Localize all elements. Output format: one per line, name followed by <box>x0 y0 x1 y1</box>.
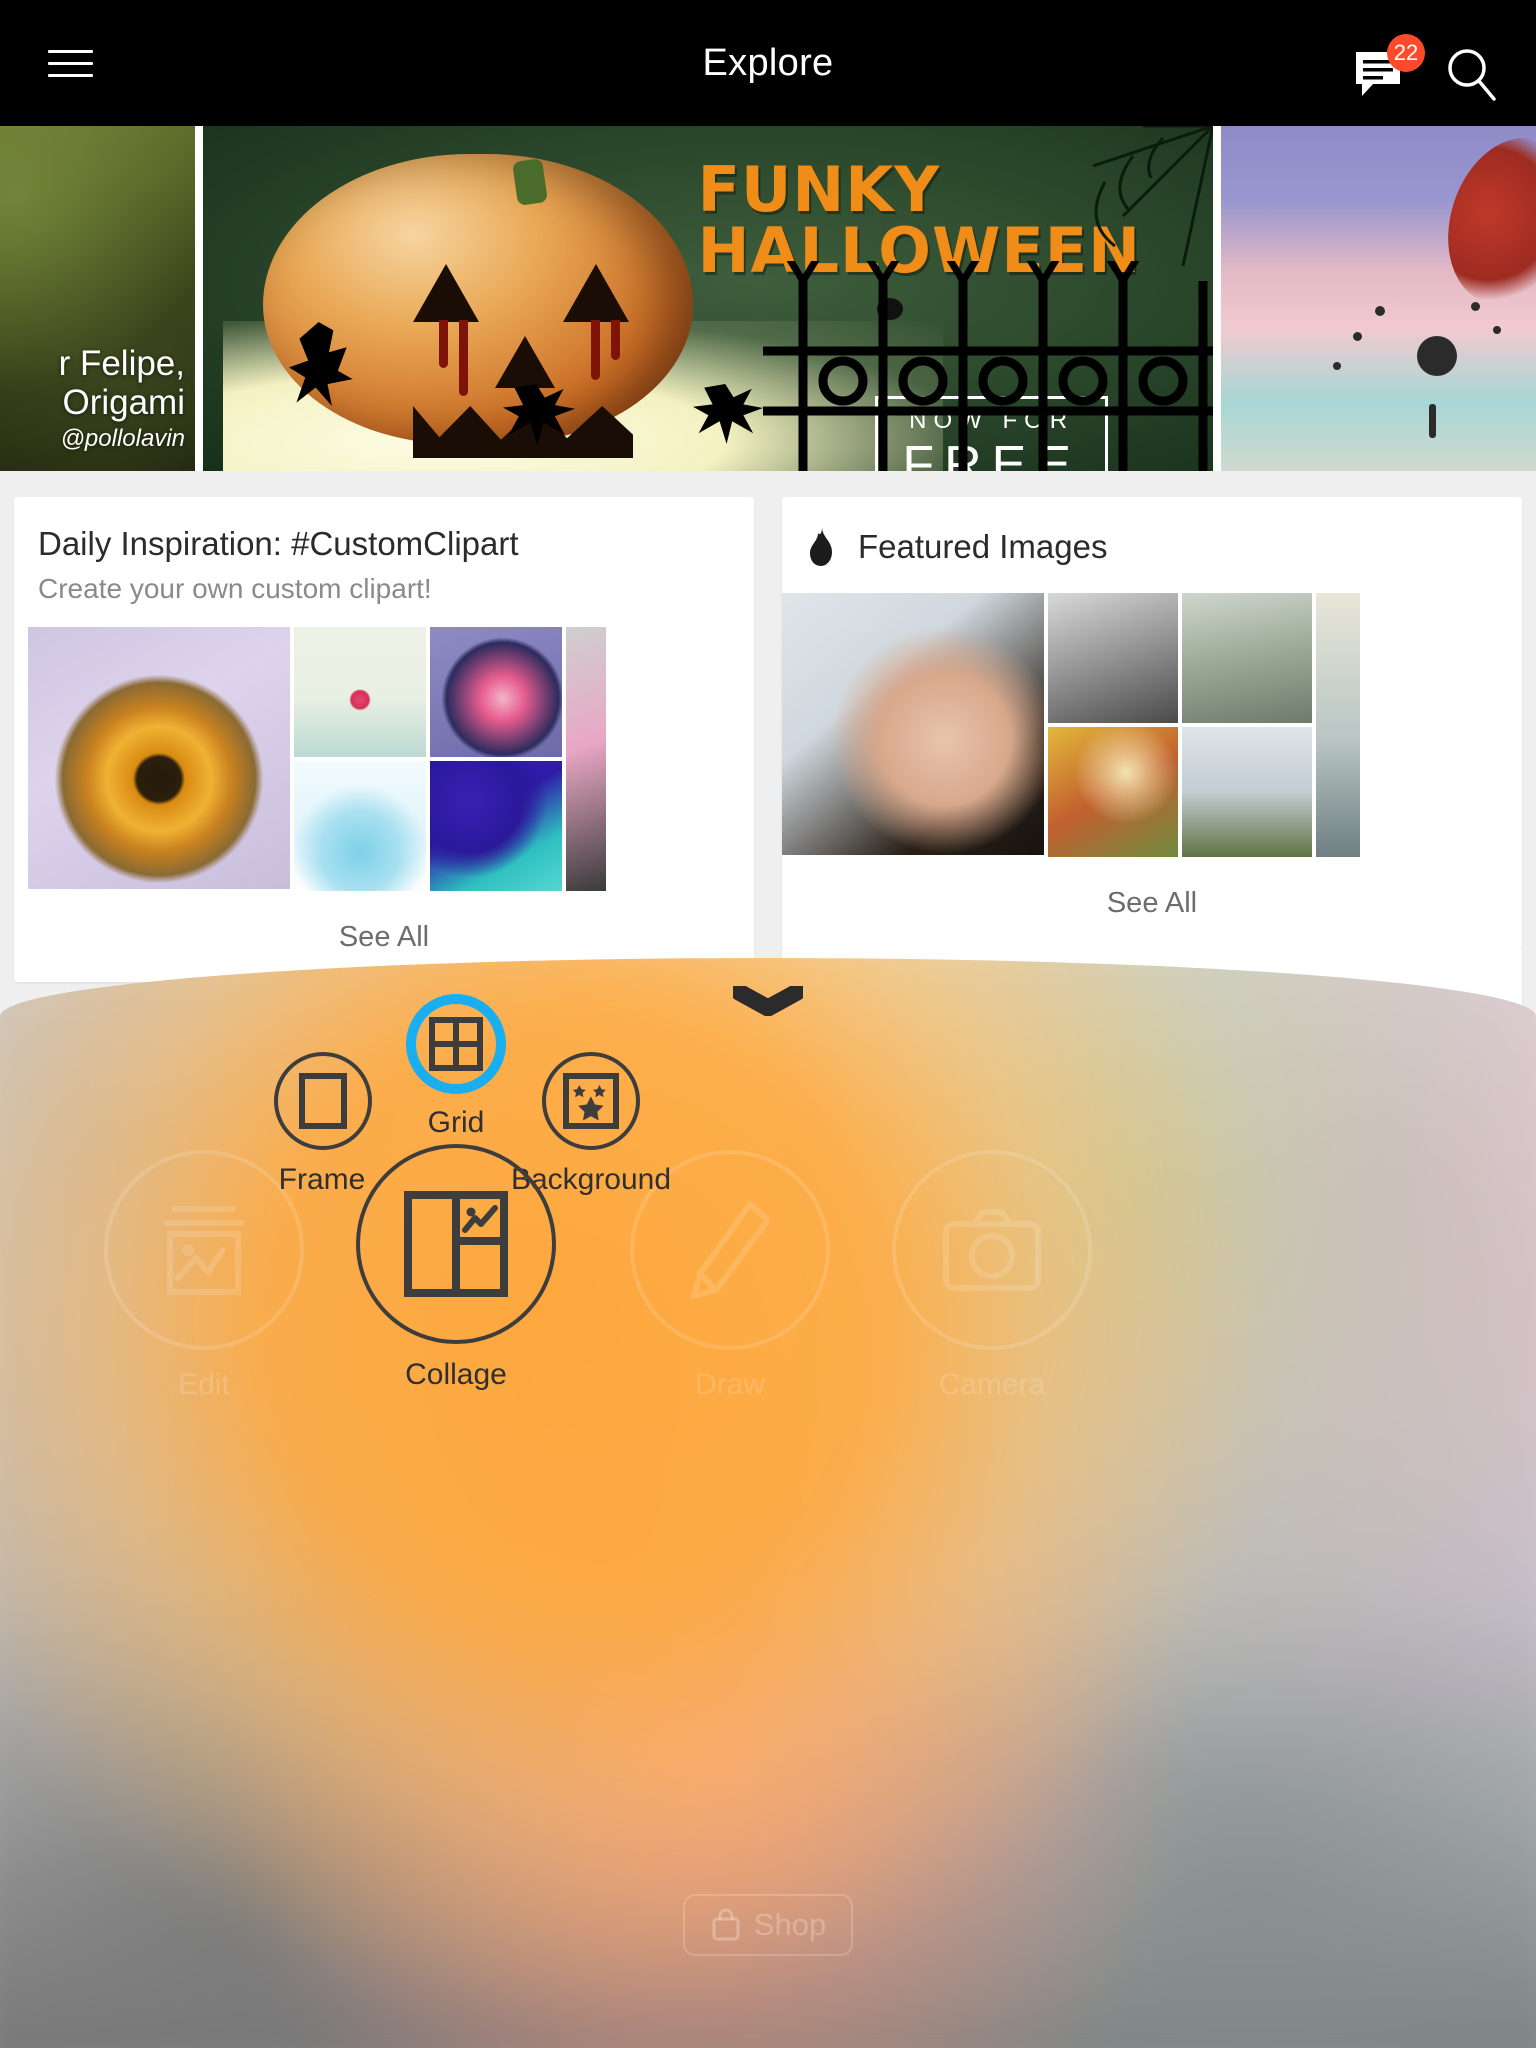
background-button[interactable] <box>542 1052 640 1150</box>
origami-banner-text: r Felipe, Origami @pollolavin <box>0 344 185 453</box>
dandelion-banner[interactable] <box>1221 126 1536 471</box>
thumb-stack-b <box>430 627 562 891</box>
thumb-pink-flower[interactable] <box>566 627 606 891</box>
shopping-bag-icon <box>710 1908 742 1942</box>
thumb-foggy-barn[interactable] <box>1182 593 1312 723</box>
origami-line1: r Felipe, <box>58 343 185 383</box>
chevron-down-handle[interactable] <box>733 986 803 1016</box>
grid-icon <box>428 1016 484 1072</box>
daily-inspiration-thumbs[interactable] <box>14 627 754 891</box>
halloween-banner[interactable]: FUNKY HALLOWEEN NOW FOR FREE <box>203 126 1213 471</box>
origami-line2: Origami <box>62 382 185 422</box>
overlay-blur-backdrop <box>0 958 1536 2048</box>
featured-images-thumbs[interactable] <box>782 593 1522 857</box>
shop-label: Shop <box>753 1907 827 1942</box>
camera-button[interactable] <box>892 1150 1092 1350</box>
page-title: Explore <box>702 41 834 84</box>
chat-badge: 22 <box>1387 34 1425 72</box>
spider-web-graphic <box>1092 126 1213 267</box>
chat-icon[interactable]: 22 <box>1353 34 1425 102</box>
shop-button[interactable]: Shop <box>683 1894 853 1956</box>
featured-right-grid <box>1048 593 1312 857</box>
create-menu-overlay: Edit Draw Camera Frame Grid Background C… <box>0 958 1536 2048</box>
thumb-stack-a <box>294 627 426 891</box>
daily-inspiration-card[interactable]: Daily Inspiration: #CustomClipart Create… <box>14 497 754 982</box>
thumb-bear-on-diamond[interactable] <box>294 761 426 891</box>
top-bar: Explore 22 <box>0 0 1536 126</box>
app-root: Explore 22 r Felipe, Origami @pollolavin… <box>0 0 1536 2048</box>
collage-label: Collage <box>405 1358 507 1391</box>
thumb-pop-art-face[interactable] <box>430 627 562 757</box>
draw-label: Draw <box>694 1368 765 1401</box>
origami-banner[interactable]: r Felipe, Origami @pollolavin <box>0 126 195 471</box>
background-stars-icon <box>562 1072 620 1130</box>
origami-handle: @pollolavin <box>60 425 185 453</box>
collage-icon <box>403 1190 509 1298</box>
flame-icon <box>806 527 836 567</box>
thumb-blue-birds[interactable] <box>430 761 562 891</box>
camera-label: Camera <box>938 1368 1046 1401</box>
collage-button[interactable] <box>356 1144 556 1344</box>
search-icon[interactable] <box>1442 45 1500 103</box>
edit-photo-icon <box>158 1200 250 1300</box>
featured-images-header: Featured Images <box>782 497 1522 593</box>
right-column: Featured Images See All <box>782 497 1522 1017</box>
featured-images-title: Featured Images <box>858 528 1108 565</box>
thumb-flying-books[interactable] <box>1182 727 1312 857</box>
featured-images-card[interactable]: Featured Images See All <box>782 497 1522 948</box>
pencil-icon <box>682 1198 778 1302</box>
thumb-tulip-book[interactable] <box>294 627 426 757</box>
daily-inspiration-subtitle: Create your own custom clipart! <box>38 573 432 604</box>
grid-button[interactable] <box>406 994 506 1094</box>
banner-carousel[interactable]: r Felipe, Origami @pollolavin FUNKY HALL… <box>0 126 1536 471</box>
thumb-girl-brick-wall[interactable] <box>1048 727 1178 857</box>
daily-inspiration-header: Daily Inspiration: #CustomClipart Create… <box>14 497 754 627</box>
thumb-motorbike-sheep[interactable] <box>1048 593 1178 723</box>
thumb-pier[interactable] <box>1316 593 1360 857</box>
daily-inspiration-title: Daily Inspiration: #CustomClipart <box>38 525 519 562</box>
camera-icon <box>940 1204 1044 1296</box>
left-column: Daily Inspiration: #CustomClipart Create… <box>14 497 754 1153</box>
fence-graphic <box>763 261 1213 471</box>
featured-images-see-all[interactable]: See All <box>782 857 1522 948</box>
thumb-woman-portrait[interactable] <box>782 593 1044 855</box>
thumb-sunflower-stone[interactable] <box>28 627 290 889</box>
